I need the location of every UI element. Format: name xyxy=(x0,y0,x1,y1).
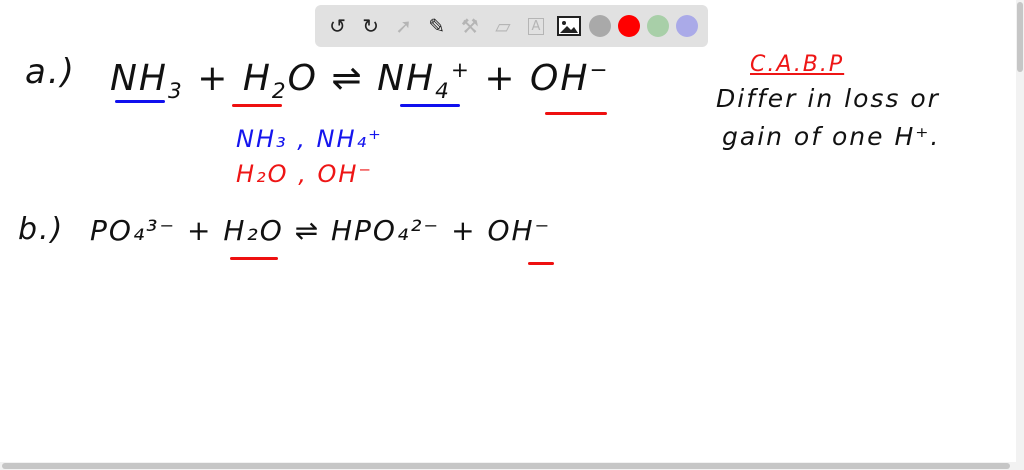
plus: + xyxy=(197,58,230,99)
nh3: NH xyxy=(110,58,168,99)
select-icon[interactable]: ➚ xyxy=(391,13,417,39)
underline-red xyxy=(528,262,554,265)
equation-a: NH3 + H2O ⇌ NH4+ + OH− xyxy=(110,58,610,104)
toolbar: ↺ ↻ ➚ ✎ ⚒ ▱ A xyxy=(315,5,708,47)
horizontal-scroll-thumb[interactable] xyxy=(2,463,1010,469)
horizontal-scrollbar[interactable] xyxy=(0,462,1024,470)
note-line-2: gain of one H⁺. xyxy=(722,122,941,151)
h2o: H xyxy=(242,58,272,99)
text-icon[interactable]: A xyxy=(523,13,549,39)
nh4: NH xyxy=(377,58,436,99)
underline-blue xyxy=(400,104,460,107)
tools-icon[interactable]: ⚒ xyxy=(457,13,483,39)
image-icon[interactable] xyxy=(556,13,582,39)
vertical-scrollbar[interactable] xyxy=(1016,0,1024,470)
conjugate-pair-red: H₂O , OH⁻ xyxy=(236,160,374,188)
equilibrium-arrow: ⇌ xyxy=(331,58,364,99)
conjugate-pair-blue: NH₃ , NH₄⁺ xyxy=(236,125,383,153)
vertical-scroll-thumb[interactable] xyxy=(1017,2,1023,72)
color-blue-swatch[interactable] xyxy=(676,15,699,37)
sub: 3 xyxy=(168,79,184,105)
color-green-swatch[interactable] xyxy=(647,15,670,37)
color-red-swatch[interactable] xyxy=(618,15,641,37)
underline-red xyxy=(545,112,607,115)
color-gray-swatch[interactable] xyxy=(589,15,612,37)
part-b-label: b.) xyxy=(18,212,65,247)
undo-icon[interactable]: ↺ xyxy=(325,13,351,39)
underline-red xyxy=(230,257,278,260)
oh: OH xyxy=(530,58,590,99)
sup: − xyxy=(589,58,610,83)
redo-icon[interactable]: ↻ xyxy=(358,13,384,39)
sub: 2 xyxy=(271,79,288,105)
note-line-1: Differ in loss or xyxy=(716,84,940,113)
equation-b: PO₄³⁻ + H₂O ⇌ HPO₄²⁻ + OH⁻ xyxy=(90,214,552,247)
sub: 4 xyxy=(435,79,451,105)
pen-icon[interactable]: ✎ xyxy=(424,13,450,39)
part-a-label: a.) xyxy=(25,52,76,92)
underline-red xyxy=(232,104,282,107)
sup: + xyxy=(450,58,471,83)
note-title: C.A.B.P xyxy=(750,52,845,77)
eraser-icon[interactable]: ▱ xyxy=(490,13,516,39)
o: O xyxy=(287,58,318,99)
plus: + xyxy=(484,58,517,99)
underline-blue xyxy=(115,100,165,103)
